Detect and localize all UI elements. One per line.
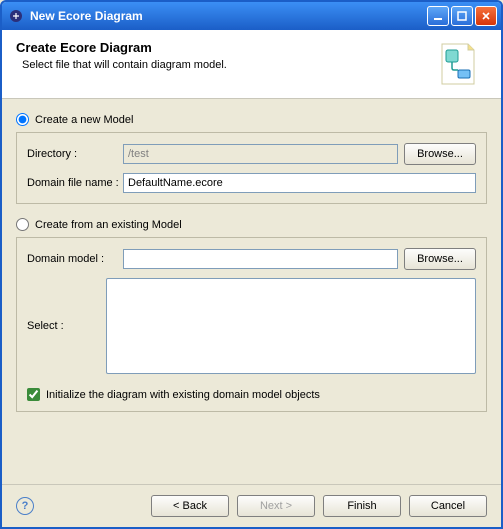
- back-button[interactable]: < Back: [151, 495, 229, 517]
- close-button[interactable]: [475, 6, 497, 26]
- create-new-radio[interactable]: [16, 113, 29, 126]
- cancel-button[interactable]: Cancel: [409, 495, 487, 517]
- directory-input[interactable]: [123, 144, 398, 164]
- help-icon[interactable]: ?: [16, 497, 34, 515]
- create-existing-radio-row[interactable]: Create from an existing Model: [16, 218, 487, 231]
- initialize-label: Initialize the diagram with existing dom…: [46, 389, 320, 401]
- create-existing-label: Create from an existing Model: [35, 219, 182, 231]
- select-list[interactable]: [106, 278, 476, 374]
- domain-file-input[interactable]: [123, 173, 476, 193]
- new-model-group: Directory : Browse... Domain file name :: [16, 132, 487, 204]
- app-icon: [8, 8, 24, 24]
- directory-browse-button[interactable]: Browse...: [404, 143, 476, 165]
- create-existing-radio[interactable]: [16, 218, 29, 231]
- initialize-checkbox-row[interactable]: Initialize the diagram with existing dom…: [27, 388, 476, 401]
- maximize-button[interactable]: [451, 6, 473, 26]
- finish-button[interactable]: Finish: [323, 495, 401, 517]
- create-new-label: Create a new Model: [35, 114, 133, 126]
- wizard-icon: [435, 40, 487, 90]
- domain-model-input[interactable]: [123, 249, 398, 269]
- existing-model-group: Domain model : Browse... Select : Initia…: [16, 237, 487, 412]
- domain-model-label: Domain model :: [27, 253, 123, 265]
- create-new-radio-row[interactable]: Create a new Model: [16, 113, 487, 126]
- content-area: Create a new Model Directory : Browse...…: [2, 99, 501, 484]
- window-buttons: [427, 6, 497, 26]
- window-title: New Ecore Diagram: [30, 9, 427, 23]
- wizard-footer: ? < Back Next > Finish Cancel: [2, 484, 501, 527]
- initialize-checkbox[interactable]: [27, 388, 40, 401]
- domain-file-label: Domain file name :: [27, 177, 123, 189]
- select-label: Select :: [27, 320, 106, 332]
- titlebar: New Ecore Diagram: [2, 2, 501, 30]
- minimize-button[interactable]: [427, 6, 449, 26]
- wizard-header: Create Ecore Diagram Select file that wi…: [2, 30, 501, 99]
- domain-model-browse-button[interactable]: Browse...: [404, 248, 476, 270]
- page-description: Select file that will contain diagram mo…: [22, 59, 435, 71]
- directory-label: Directory :: [27, 148, 123, 160]
- dialog-window: New Ecore Diagram Create Ecore Diagram S…: [0, 0, 503, 529]
- next-button[interactable]: Next >: [237, 495, 315, 517]
- page-title: Create Ecore Diagram: [16, 40, 435, 55]
